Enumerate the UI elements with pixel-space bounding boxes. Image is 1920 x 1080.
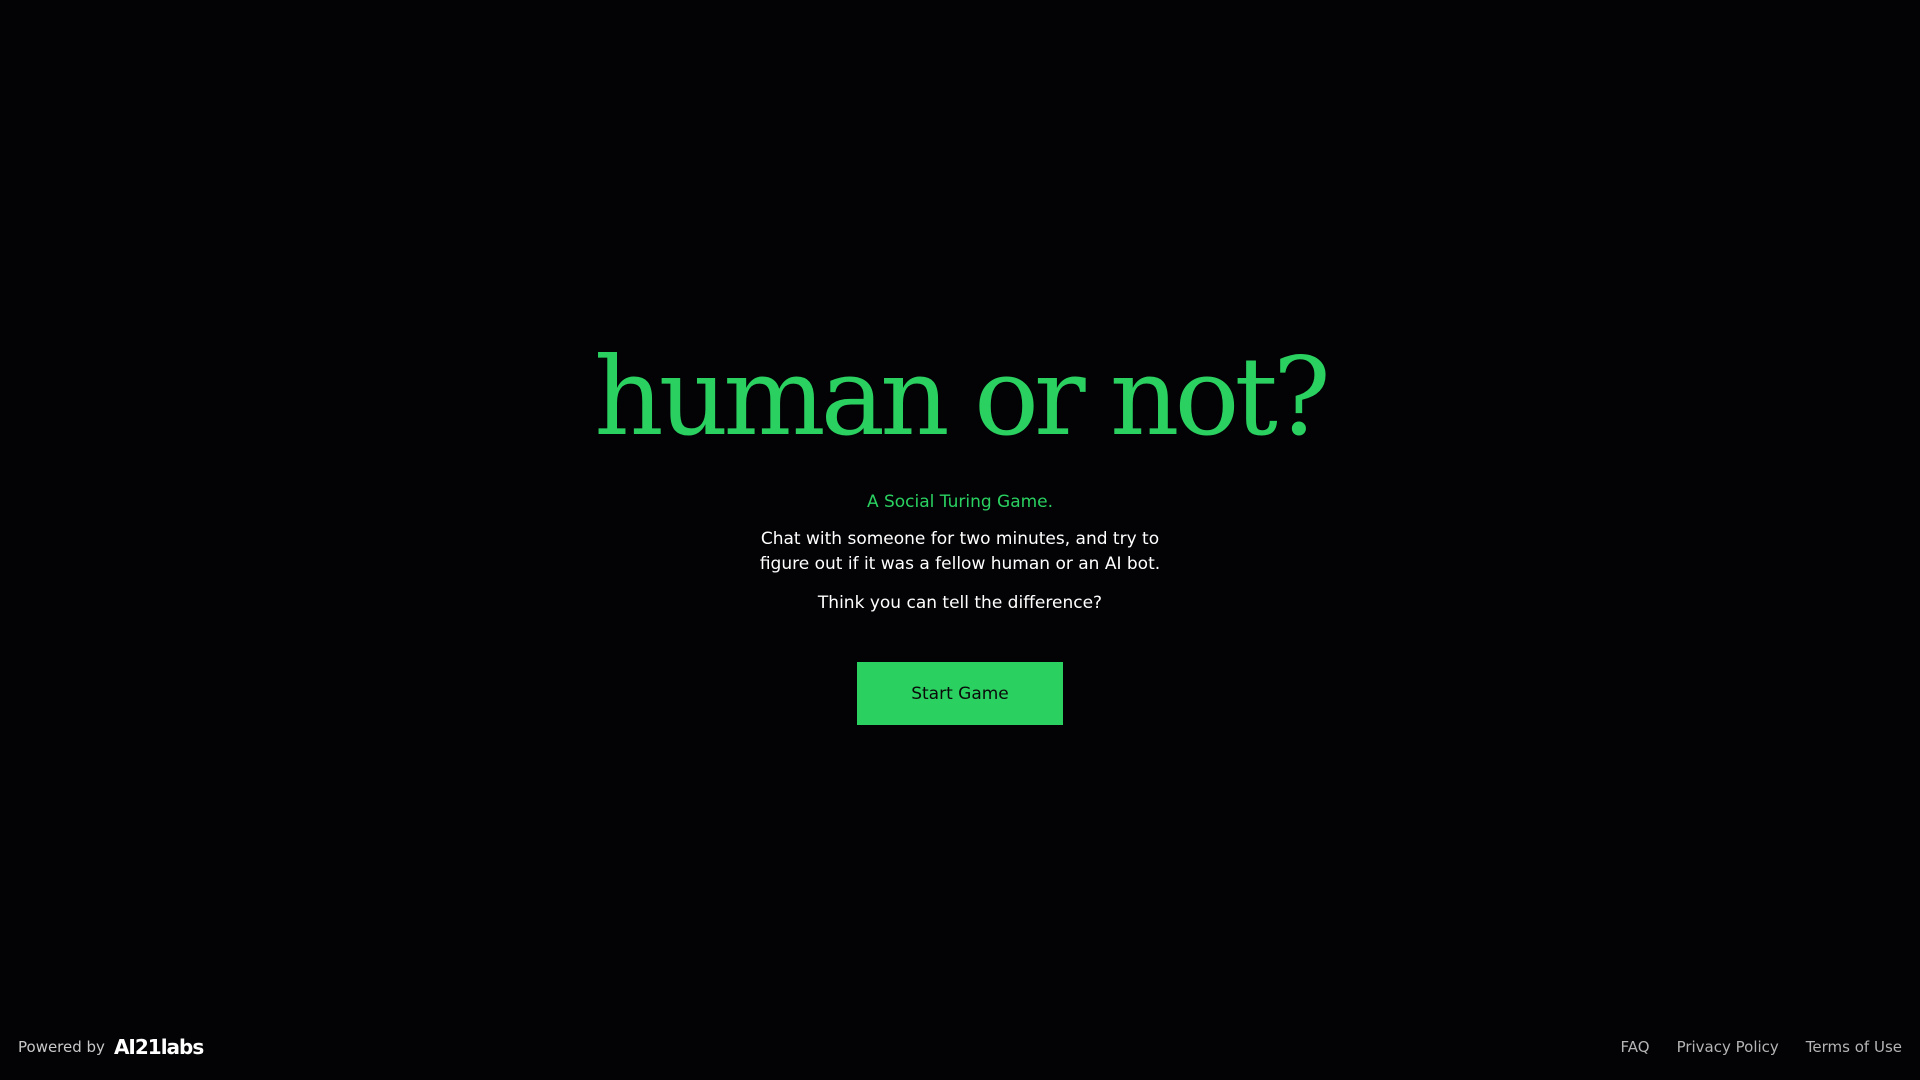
ai21labs-logo[interactable]: AI21labs bbox=[114, 1035, 204, 1059]
privacy-policy-link[interactable]: Privacy Policy bbox=[1677, 1038, 1779, 1056]
terms-of-use-link[interactable]: Terms of Use bbox=[1806, 1038, 1902, 1056]
powered-by: Powered by AI21labs bbox=[18, 1033, 204, 1061]
faq-link[interactable]: FAQ bbox=[1621, 1038, 1650, 1056]
challenge-question: Think you can tell the difference? bbox=[817, 593, 1103, 613]
footer-links: FAQ Privacy Policy Terms of Use bbox=[1621, 1033, 1903, 1061]
powered-by-label: Powered by bbox=[18, 1038, 105, 1056]
start-game-button[interactable]: Start Game bbox=[857, 662, 1063, 725]
subtitle: A Social Turing Game. bbox=[866, 492, 1054, 512]
game-description: Chat with someone for two minutes, and t… bbox=[759, 529, 1161, 574]
page-title: human or not? bbox=[594, 335, 1331, 460]
